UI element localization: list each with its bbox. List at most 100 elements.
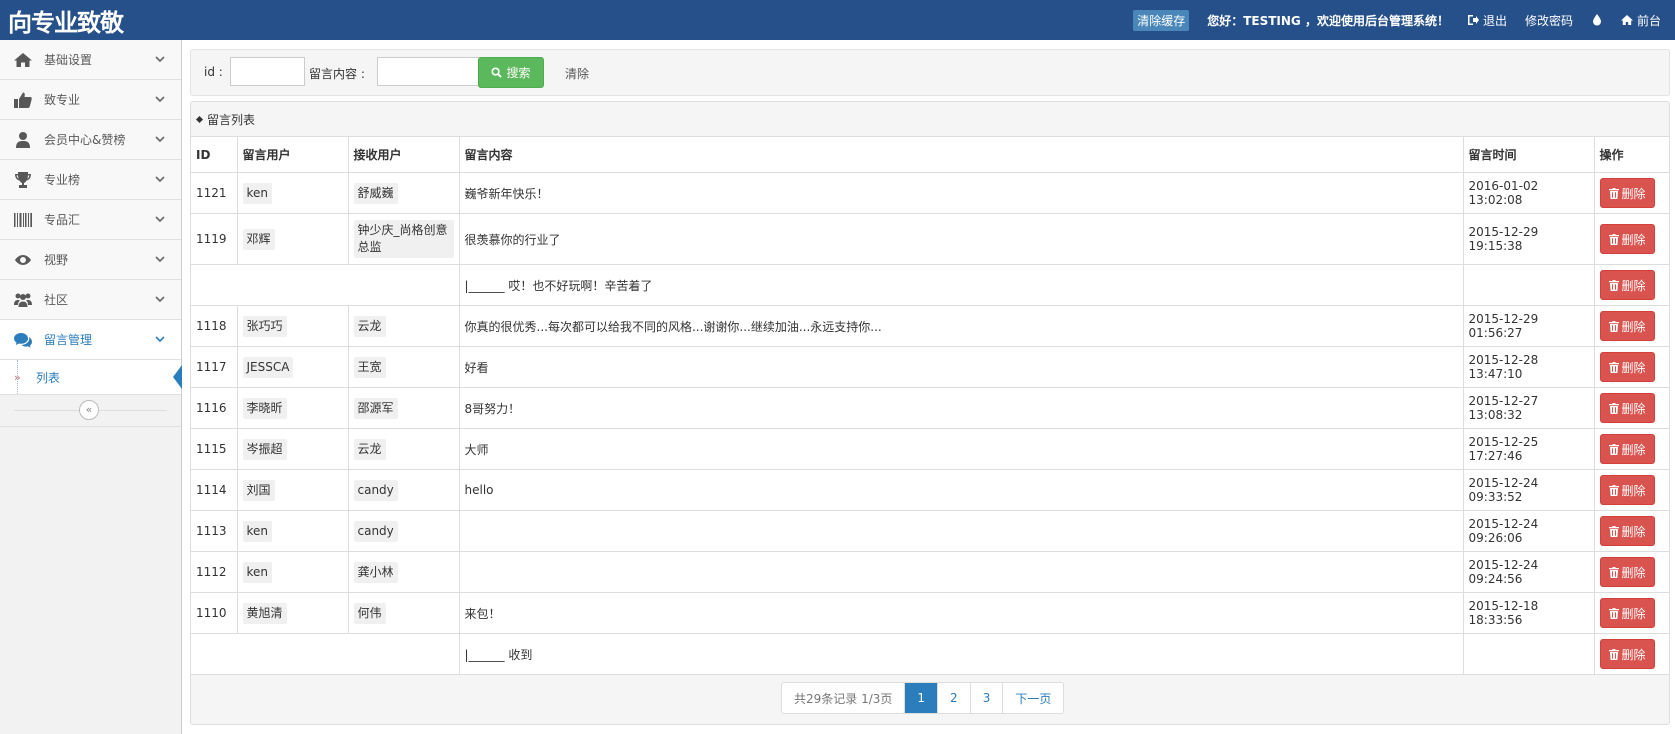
table-row: 1114 刘国 candy hello 2015-12-24 09:33:52 删除 bbox=[191, 469, 1669, 511]
delete-label: 删除 bbox=[1621, 565, 1646, 580]
cell-from-user: 李晓昕 bbox=[236, 387, 349, 429]
delete-button[interactable]: 删除 bbox=[1599, 352, 1655, 382]
reply-indent-cell bbox=[191, 264, 460, 306]
table-row: |______ 收到 删除 bbox=[191, 633, 1669, 675]
cell-id: 1121 bbox=[191, 172, 238, 214]
sidebar-item-vision[interactable]: 视野 bbox=[0, 240, 181, 280]
search-form: id : 留言内容 : 搜索 清除 bbox=[190, 49, 1670, 96]
trash-icon bbox=[1608, 566, 1619, 578]
clear-link[interactable]: 清除 bbox=[565, 65, 589, 82]
cell-actions: 删除 bbox=[1593, 510, 1669, 552]
search-button[interactable]: 搜索 bbox=[478, 57, 544, 88]
cell-id: 1112 bbox=[191, 551, 238, 593]
home-icon bbox=[1620, 15, 1633, 25]
sidebar-subitem-label: 列表 bbox=[36, 370, 61, 385]
id-label: id : bbox=[204, 65, 223, 79]
from-user-tag: 李晓昕 bbox=[242, 397, 287, 419]
next-page-link[interactable]: 下一页 bbox=[1002, 683, 1063, 713]
active-caret bbox=[173, 365, 182, 389]
sidebar: 基础设置 致专业 会员中心&赞榜 专业榜 专品汇 视野 社区 留言管理 » 列表… bbox=[0, 40, 182, 734]
sidebar-item-zhi-zhuanye[interactable]: 致专业 bbox=[0, 80, 181, 120]
sidebar-item-basic-settings[interactable]: 基础设置 bbox=[0, 40, 181, 80]
table-row: 1121 ken 舒威巍 巍爷新年快乐！ 2016-01-02 13:02:08 删除 bbox=[191, 172, 1669, 214]
clear-cache-button[interactable]: 清除缓存 bbox=[1133, 9, 1190, 31]
cell-from-user: 刘国 bbox=[236, 469, 349, 511]
pagination: 共29条记录 1/3页 1 2 3 下一页 bbox=[781, 682, 1065, 714]
change-password-link[interactable]: 修改密码 bbox=[1525, 12, 1573, 29]
message-list-panel: 留言列表 ID 留言用户 接收用户 留言内容 留言时间 操作 1121 ken 舒威… bbox=[190, 101, 1670, 725]
cell-from-user: ken bbox=[236, 510, 349, 552]
table-row: 1119 邓辉 钟少庆_尚格创意总监 很羡慕你的行业了 2015-12-29 19:15… bbox=[191, 213, 1669, 265]
page-2[interactable]: 2 bbox=[937, 683, 970, 713]
frontend-link[interactable]: 前台 bbox=[1620, 12, 1661, 29]
trash-icon bbox=[1608, 402, 1619, 414]
delete-button[interactable]: 删除 bbox=[1599, 598, 1655, 628]
cell-to-user: candy bbox=[347, 510, 460, 552]
cell-time bbox=[1462, 633, 1595, 675]
cell-actions: 删除 bbox=[1593, 172, 1669, 214]
chevron-down-icon bbox=[155, 173, 165, 183]
delete-button[interactable]: 删除 bbox=[1599, 516, 1655, 546]
cell-content: |______ 哎！也不好玩啊！辛苦着了 bbox=[458, 264, 1464, 306]
cell-time: 2015-12-18 18:33:56 bbox=[1462, 592, 1595, 634]
cell-actions: 删除 bbox=[1593, 264, 1669, 306]
cell-content: |______ 收到 bbox=[458, 633, 1464, 675]
cell-to-user: 龚小林 bbox=[347, 551, 460, 593]
delete-button[interactable]: 删除 bbox=[1599, 639, 1655, 669]
sidebar-item-label: 基础设置 bbox=[44, 53, 93, 67]
sidebar-item-ranking[interactable]: 专业榜 bbox=[0, 160, 181, 200]
sidebar-item-member-center[interactable]: 会员中心&赞榜 bbox=[0, 120, 181, 160]
cell-actions: 删除 bbox=[1593, 387, 1669, 429]
page-1[interactable]: 1 bbox=[904, 683, 938, 713]
cell-content bbox=[458, 510, 1464, 552]
cell-to-user: 钟少庆_尚格创意总监 bbox=[347, 213, 460, 265]
delete-button[interactable]: 删除 bbox=[1599, 393, 1655, 423]
cell-content: 巍爷新年快乐！ bbox=[458, 172, 1464, 214]
cell-time: 2015-12-24 09:26:06 bbox=[1462, 510, 1595, 552]
sidebar-item-community[interactable]: 社区 bbox=[0, 280, 181, 320]
cell-id: 1119 bbox=[191, 213, 238, 265]
logout-link[interactable]: 退出 bbox=[1467, 12, 1507, 29]
id-input[interactable] bbox=[230, 57, 305, 86]
delete-button[interactable]: 删除 bbox=[1599, 311, 1655, 341]
delete-label: 删除 bbox=[1621, 647, 1646, 662]
cell-actions: 删除 bbox=[1593, 428, 1669, 470]
cell-time: 2015-12-24 09:33:52 bbox=[1462, 469, 1595, 511]
chevron-down-icon bbox=[155, 53, 165, 63]
cell-content: 8哥努力！ bbox=[458, 387, 1464, 429]
panel-title: 留言列表 bbox=[207, 112, 256, 127]
trash-icon bbox=[1608, 233, 1619, 245]
theme-link[interactable] bbox=[1591, 14, 1603, 26]
sidebar-item-message-management[interactable]: 留言管理 bbox=[0, 320, 181, 360]
sidebar-subitem-list[interactable]: » 列表 bbox=[0, 360, 182, 395]
table-row: |______ 哎！也不好玩啊！辛苦着了 删除 bbox=[191, 264, 1669, 306]
col-time: 留言时间 bbox=[1462, 137, 1595, 173]
delete-button[interactable]: 删除 bbox=[1599, 224, 1655, 254]
cell-from-user: 邓辉 bbox=[236, 213, 349, 265]
from-user-tag: 刘国 bbox=[242, 479, 275, 501]
delete-button[interactable]: 删除 bbox=[1599, 178, 1655, 208]
greeting-text: 您好：TESTING ，欢迎使用后台管理系统！ bbox=[1207, 13, 1449, 28]
to-user-tag: candy bbox=[353, 520, 398, 542]
delete-button[interactable]: 删除 bbox=[1599, 434, 1655, 464]
sidebar-item-label: 会员中心&赞榜 bbox=[44, 133, 126, 147]
delete-button[interactable]: 删除 bbox=[1599, 557, 1655, 587]
trash-icon bbox=[1608, 648, 1619, 660]
logo[interactable]: 向专业致敬 bbox=[8, 3, 124, 37]
cell-actions: 删除 bbox=[1593, 592, 1669, 634]
delete-button[interactable]: 删除 bbox=[1599, 475, 1655, 505]
to-user-tag: 钟少庆_尚格创意总监 bbox=[353, 220, 454, 258]
col-id: ID bbox=[191, 137, 238, 173]
page-3[interactable]: 3 bbox=[969, 683, 1003, 713]
cell-content: hello bbox=[458, 469, 1464, 511]
sidebar-collapse-button[interactable]: « bbox=[79, 400, 99, 420]
sidebar-collapse-bar: « bbox=[0, 395, 181, 427]
content-input[interactable] bbox=[377, 57, 482, 86]
cell-from-user: 张巧巧 bbox=[236, 305, 349, 347]
col-from-user: 留言用户 bbox=[236, 137, 349, 173]
delete-button[interactable]: 删除 bbox=[1599, 270, 1655, 300]
sidebar-item-products[interactable]: 专品汇 bbox=[0, 200, 181, 240]
cell-time: 2015-12-27 13:08:32 bbox=[1462, 387, 1595, 429]
cell-content: 来包！ bbox=[458, 592, 1464, 634]
to-user-tag: 何伟 bbox=[353, 602, 386, 624]
